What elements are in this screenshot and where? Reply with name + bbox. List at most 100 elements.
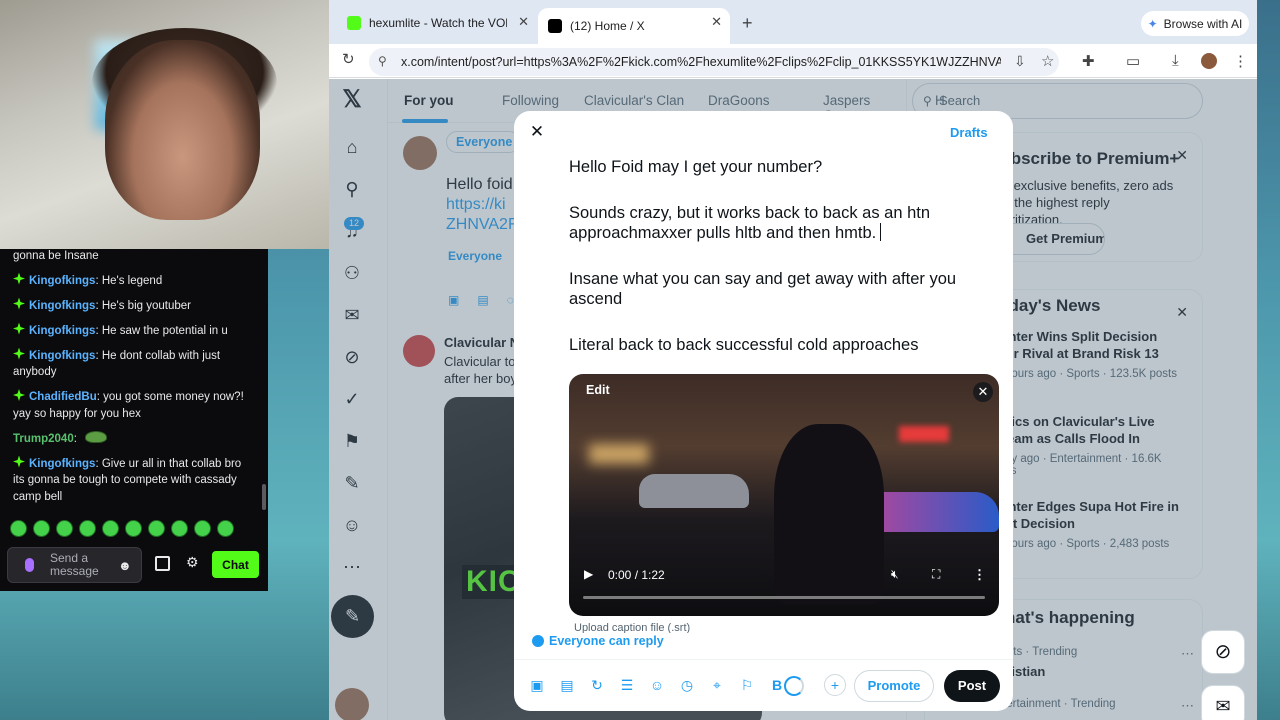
chat-send-button[interactable]: Chat bbox=[212, 551, 259, 578]
close-icon[interactable]: ✕ bbox=[528, 123, 546, 141]
mute-icon[interactable]: 🔇︎ bbox=[891, 567, 899, 582]
compose-toolbar: ▣ ▤ ↻ ☰ ☺ ◷ ⌖ ⚐ B bbox=[529, 677, 785, 693]
bookmark-star-icon[interactable]: ☆ bbox=[1041, 52, 1054, 70]
chat-message-text: : He saw the potential in u bbox=[95, 324, 228, 337]
post-paragraph: Insane what you can say and get away wit… bbox=[569, 270, 957, 308]
chat-message-text: : He's big youtuber bbox=[95, 299, 191, 312]
reload-icon[interactable]: ↻ bbox=[342, 50, 355, 68]
messages-icon[interactable]: ✉ bbox=[1201, 685, 1245, 720]
kick-badge-icon bbox=[13, 272, 25, 285]
tab-strip: hexumlite - Watch the VOD on Kick ✕ (12)… bbox=[329, 0, 1257, 44]
site-settings-icon[interactable]: ⚲ bbox=[378, 54, 387, 68]
text-cursor bbox=[880, 223, 882, 241]
chat-username[interactable]: Trump2040 bbox=[13, 433, 74, 445]
emote-icon[interactable] bbox=[125, 520, 142, 537]
promote-button[interactable]: Promote bbox=[854, 670, 934, 702]
streamer-face bbox=[105, 40, 260, 220]
chat-username[interactable]: ChadifiedBu bbox=[29, 391, 97, 403]
video-scene-car bbox=[639, 474, 749, 508]
extensions-icon[interactable]: ✚ bbox=[1082, 52, 1095, 70]
divider bbox=[514, 659, 1013, 660]
gear-icon[interactable]: ⚙ bbox=[186, 554, 199, 571]
x-favicon-icon bbox=[548, 19, 562, 33]
emoji-icon[interactable]: ☺ bbox=[649, 677, 665, 693]
chat-username[interactable]: Kingofkings bbox=[29, 325, 95, 337]
video-seek-bar[interactable] bbox=[583, 596, 985, 599]
store-icon[interactable] bbox=[155, 556, 170, 571]
flag-icon[interactable]: ⚐ bbox=[739, 677, 755, 693]
reply-setting-button[interactable]: Everyone can reply bbox=[532, 634, 664, 648]
post-button[interactable]: Post bbox=[944, 670, 1000, 702]
post-paragraph-text: Sounds crazy, but it works back to back … bbox=[569, 204, 931, 242]
chat-message: Trump2040: bbox=[13, 430, 254, 448]
close-tab-icon[interactable]: ✕ bbox=[711, 14, 722, 30]
tab-title: hexumlite - Watch the VOD on Kick bbox=[369, 15, 507, 30]
schedule-icon[interactable]: ◷ bbox=[679, 677, 695, 693]
fullscreen-icon[interactable]: ⛶ bbox=[932, 567, 940, 582]
emote-icon[interactable] bbox=[10, 520, 27, 537]
edit-video-button[interactable]: Edit bbox=[586, 383, 610, 397]
chat-username[interactable]: Kingofkings bbox=[29, 458, 95, 470]
cast-icon[interactable]: ▭ bbox=[1126, 52, 1140, 70]
grok-icon[interactable]: ⊘ bbox=[1201, 630, 1245, 674]
chat-username[interactable]: Kingofkings bbox=[29, 275, 95, 287]
video-attachment[interactable]: Edit ✕ ▶ 0:00 / 1:22 🔇︎ ⛶ ⋮ bbox=[569, 374, 999, 616]
browse-with-ai-button[interactable]: ✦ Browse with AI bbox=[1141, 11, 1249, 36]
compose-modal: ✕ Drafts Hello Foid may I get your numbe… bbox=[514, 111, 1013, 711]
chat-input[interactable]: Send a message ☻ bbox=[7, 547, 142, 583]
browse-with-ai-label: Browse with AI bbox=[1163, 16, 1243, 31]
new-tab-icon[interactable]: + bbox=[742, 13, 753, 34]
image-icon[interactable]: ▣ bbox=[529, 677, 545, 693]
upload-caption-link[interactable]: Upload caption file (.srt) bbox=[574, 623, 690, 633]
tab-kick[interactable]: hexumlite - Watch the VOD on Kick ✕ bbox=[337, 8, 537, 37]
bold-icon[interactable]: B bbox=[769, 677, 785, 693]
emote-icon[interactable] bbox=[194, 520, 211, 537]
location-icon[interactable]: ⌖ bbox=[709, 677, 725, 693]
character-count-ring bbox=[784, 676, 804, 696]
address-bar[interactable]: ⚲ x.com/intent/post?url=https%3A%2F%2Fki… bbox=[369, 48, 1059, 76]
video-options-icon[interactable]: ⋮ bbox=[973, 567, 986, 583]
tab-x-home[interactable]: (12) Home / X ✕ bbox=[538, 8, 730, 44]
emote-icon[interactable] bbox=[171, 520, 188, 537]
emoji-picker-icon[interactable]: ☻ bbox=[118, 558, 132, 575]
chat-message-text: gonna be Insane bbox=[13, 250, 99, 262]
chat-message: gonna be Insane bbox=[13, 249, 254, 265]
emote-icon[interactable] bbox=[79, 520, 96, 537]
emote-icon[interactable] bbox=[56, 520, 73, 537]
kebab-menu-icon[interactable]: ⋮ bbox=[1233, 52, 1248, 70]
emote-icon[interactable] bbox=[102, 520, 119, 537]
chat-message: Kingofkings: He saw the potential in u bbox=[13, 322, 254, 340]
chat-username[interactable]: Kingofkings bbox=[29, 350, 95, 362]
remove-media-icon[interactable]: ✕ bbox=[973, 382, 993, 402]
drafts-button[interactable]: Drafts bbox=[950, 125, 988, 140]
emote-icon[interactable] bbox=[148, 520, 165, 537]
download-icon[interactable]: ⤓ bbox=[1172, 52, 1179, 69]
kick-badge-icon bbox=[13, 297, 25, 310]
microphone-icon[interactable] bbox=[25, 558, 34, 572]
video-scene-sign bbox=[899, 426, 949, 442]
grok-icon[interactable]: ↻ bbox=[589, 677, 605, 693]
close-tab-icon[interactable]: ✕ bbox=[518, 14, 529, 30]
emote-icon[interactable] bbox=[217, 520, 234, 537]
kick-favicon-icon bbox=[347, 15, 361, 30]
post-text-editor[interactable]: Hello Foid may I get your number? Sounds… bbox=[569, 157, 989, 381]
chat-message-text: : bbox=[73, 432, 77, 445]
chat-input-placeholder: Send a message bbox=[50, 551, 99, 578]
kick-badge-icon bbox=[13, 347, 25, 360]
install-app-icon[interactable]: ⇩ bbox=[1014, 53, 1026, 70]
poll-icon[interactable]: ☰ bbox=[619, 677, 635, 693]
url-text[interactable]: x.com/intent/post?url=https%3A%2F%2Fkick… bbox=[401, 55, 1001, 69]
add-post-icon[interactable]: + bbox=[824, 674, 846, 696]
profile-avatar[interactable] bbox=[1201, 53, 1217, 69]
webcam-overlay bbox=[0, 0, 329, 249]
video-scene-person bbox=[774, 424, 884, 604]
chat-scrollbar[interactable] bbox=[262, 484, 266, 510]
sparkle-icon: ✦ bbox=[1147, 16, 1158, 31]
pepe-emote-icon bbox=[84, 430, 107, 443]
gif-icon[interactable]: ▤ bbox=[559, 677, 575, 693]
chat-message: Kingofkings: He dont collab with just an… bbox=[13, 347, 254, 381]
reply-setting-label: Everyone can reply bbox=[549, 634, 664, 648]
chat-username[interactable]: Kingofkings bbox=[29, 300, 95, 312]
emote-icon[interactable] bbox=[33, 520, 50, 537]
play-icon[interactable]: ▶ bbox=[584, 567, 593, 581]
